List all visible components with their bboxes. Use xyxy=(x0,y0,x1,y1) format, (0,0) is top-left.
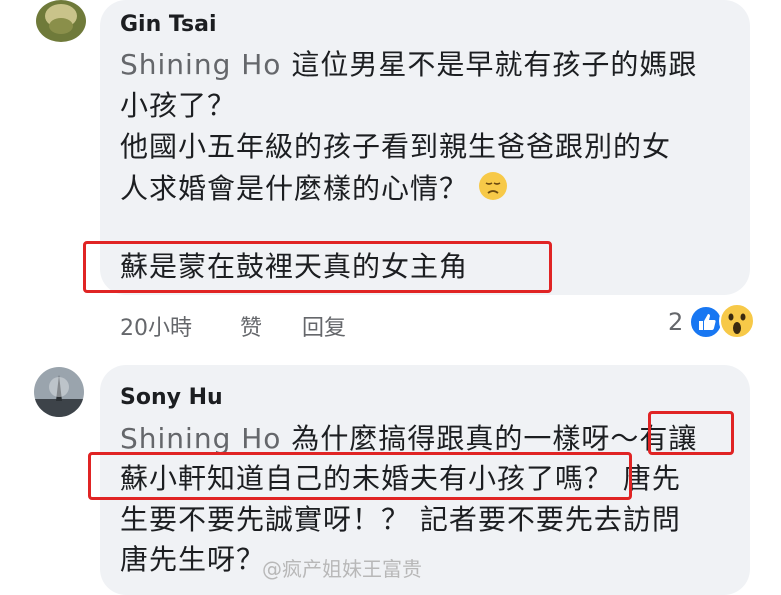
mention-link[interactable]: Shining Ho xyxy=(120,422,281,455)
avatar[interactable] xyxy=(34,367,84,417)
comment-text-line: Shining Ho 為什麼搞得跟真的一樣呀～有讓 xyxy=(120,422,697,456)
mention-link[interactable]: Shining Ho xyxy=(120,48,281,81)
highlight-box xyxy=(88,452,632,500)
sad-face-emoji xyxy=(478,171,508,209)
comment-text-line: 生要不要先誠實呀！？ 記者要不要先去訪問 xyxy=(120,503,681,536)
comment-text-line: 人求婚會是什麼樣的心情？ xyxy=(120,171,508,209)
reaction-count[interactable]: 2 xyxy=(668,308,683,336)
wow-icon xyxy=(719,303,755,343)
comment-author[interactable]: Gin Tsai xyxy=(120,12,217,37)
comment-author[interactable]: Sony Hu xyxy=(120,385,223,410)
comment-text: 人求婚會是什麼樣的心情？ xyxy=(120,172,469,205)
comment-text-line: 小孩了？ xyxy=(120,89,237,122)
comment-text-line: 他國小五年級的孩子看到親生爸爸跟別的女 xyxy=(120,130,672,163)
comment-timestamp[interactable]: 20小時 xyxy=(120,310,192,342)
reply-button[interactable]: 回复 xyxy=(302,310,346,342)
comment-text: 為什麼搞得跟真的一樣呀～ xyxy=(291,422,640,455)
avatar[interactable] xyxy=(36,0,86,42)
highlight-box xyxy=(648,411,734,455)
avatar-image xyxy=(34,367,84,417)
comment-text-line: 唐先生呀？ xyxy=(120,543,266,576)
like-icon xyxy=(689,305,723,343)
like-button[interactable]: 赞 xyxy=(240,310,262,342)
avatar-image xyxy=(36,0,86,42)
comment-text: 這位男星不是早就有孩子的媽跟 xyxy=(291,48,698,81)
watermark: @疯产姐妹王富贵 xyxy=(262,557,422,581)
comment-text-line: Shining Ho 這位男星不是早就有孩子的媽跟 xyxy=(120,48,697,82)
highlight-box xyxy=(83,241,552,293)
